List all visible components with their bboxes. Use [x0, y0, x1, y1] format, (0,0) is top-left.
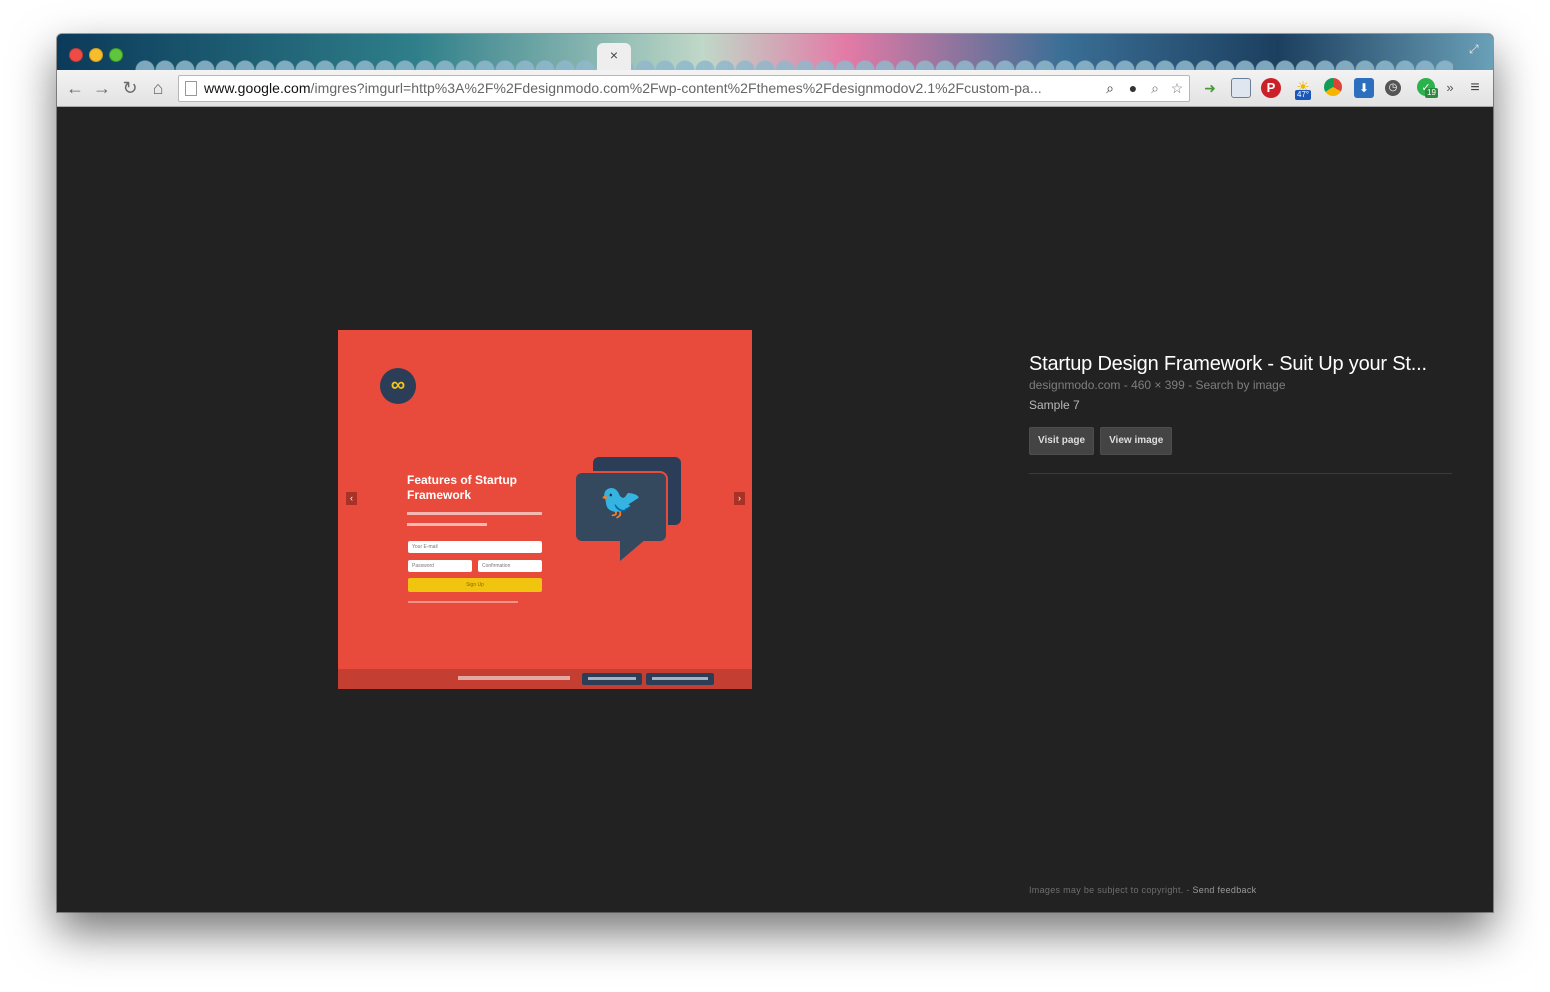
lightbulb-icon[interactable]: ● — [1124, 79, 1142, 97]
infinity-icon: ∞ — [390, 374, 406, 396]
page-icon — [185, 81, 197, 96]
url-host: www.google.com — [204, 80, 311, 96]
preview-twitter-button — [582, 673, 642, 685]
extension-arrow-icon[interactable]: ➜ — [1200, 78, 1220, 98]
url-text[interactable]: www.google.com/imgres?imgurl=http%3A%2F%… — [204, 80, 1099, 96]
fullscreen-icon[interactable]: ⤢ — [1469, 42, 1483, 56]
image-title[interactable]: Startup Design Framework - Suit Up your … — [1029, 353, 1449, 376]
browser-toolbar: ← → ↻ ⌂ www.google.com/imgres?imgurl=htt… — [57, 70, 1493, 107]
window-zoom-button[interactable] — [109, 48, 123, 62]
page-zoom-icon[interactable]: ⌕ — [1101, 79, 1119, 97]
preview-email-field: Your E-mail — [408, 541, 542, 553]
extension-window-icon[interactable] — [1231, 78, 1251, 98]
action-buttons: Visit page View image — [1029, 427, 1454, 455]
preview-description-line — [407, 512, 542, 515]
logo-icon: ∞ — [380, 368, 416, 404]
speech-bubble-tail — [620, 539, 646, 561]
view-image-button[interactable]: View image — [1100, 427, 1173, 455]
preview-password-field: Password — [408, 560, 472, 572]
source-link[interactable]: designmodo.com — [1029, 378, 1120, 392]
image-info-panel: Startup Design Framework - Suit Up your … — [1029, 353, 1454, 474]
meta-separator: - — [1184, 378, 1196, 392]
back-arrow-icon[interactable]: ← — [65, 77, 85, 99]
preview-facebook-button — [646, 673, 714, 685]
weather-badge: 47° — [1295, 90, 1312, 100]
active-tab[interactable]: × — [597, 43, 631, 70]
clock-icon[interactable]: ◷ — [1385, 80, 1401, 96]
reload-icon[interactable]: ↻ — [120, 77, 140, 99]
image-meta: designmodo.com - 460 × 399 - Search by i… — [1029, 378, 1454, 392]
preview-prev-arrow-icon: ‹ — [346, 492, 357, 505]
image-dimensions: 460 × 399 — [1131, 378, 1185, 392]
home-icon[interactable]: ⌂ — [148, 77, 168, 99]
overflow-chevron-icon[interactable]: » — [1443, 78, 1457, 98]
divider — [1029, 473, 1452, 474]
preview-description-line — [407, 523, 487, 526]
image-description: Sample 7 — [1029, 398, 1080, 412]
preview-image[interactable]: ∞ Features of Startup Framework Your E-m… — [338, 330, 752, 689]
bookmark-star-icon[interactable]: ☆ — [1168, 79, 1186, 97]
evernote-badge: 19 — [1425, 88, 1438, 98]
preview-confirmation-field: Confirmation — [478, 560, 542, 572]
download-icon[interactable]: ⬇ — [1354, 78, 1374, 98]
visit-page-button[interactable]: Visit page — [1029, 427, 1095, 455]
copyright-notice: Images may be subject to copyright. — [1029, 885, 1184, 895]
window-close-button[interactable] — [69, 48, 83, 62]
image-viewer: ∞ Features of Startup Framework Your E-m… — [57, 107, 1493, 912]
weather-icon[interactable]: ☀ 47° — [1293, 78, 1313, 100]
menu-icon[interactable]: ≡ — [1465, 78, 1485, 98]
preview-signup-button: Sign Up — [408, 578, 542, 592]
copyright-footer: Images may be subject to copyright. - Se… — [1029, 885, 1256, 895]
pinterest-icon[interactable]: P — [1261, 78, 1281, 98]
tab-close-icon[interactable]: × — [597, 47, 631, 63]
magnifier-icon[interactable]: ⌕ — [1146, 79, 1164, 97]
send-feedback-link[interactable]: Send feedback — [1192, 885, 1256, 895]
window-minimize-button[interactable] — [89, 48, 103, 62]
browser-window: × ⤢ ← → ↻ ⌂ www.google.com/imgres?imgurl… — [57, 34, 1493, 912]
preview-next-arrow-icon: › — [734, 492, 745, 505]
preview-bottom-bar — [338, 669, 752, 689]
search-by-image-link[interactable]: Search by image — [1195, 378, 1285, 392]
url-path: /imgres?imgurl=http%3A%2F%2Fdesignmodo.c… — [310, 80, 1042, 96]
address-bar[interactable]: www.google.com/imgres?imgurl=http%3A%2F%… — [178, 75, 1190, 102]
evernote-icon[interactable]: ✓ 19 — [1417, 78, 1438, 98]
forward-arrow-icon[interactable]: → — [92, 77, 112, 99]
preview-heading: Features of Startup Framework — [407, 473, 518, 502]
meta-separator: - — [1120, 378, 1132, 392]
chrome-color-icon[interactable] — [1324, 78, 1342, 96]
tab-strip-decoration — [135, 44, 1453, 70]
preview-bottom-text — [458, 676, 570, 680]
tab-strip: × ⤢ — [57, 34, 1493, 70]
twitter-bird-icon: 🐦 — [599, 483, 643, 521]
preview-fine-print — [408, 601, 518, 603]
